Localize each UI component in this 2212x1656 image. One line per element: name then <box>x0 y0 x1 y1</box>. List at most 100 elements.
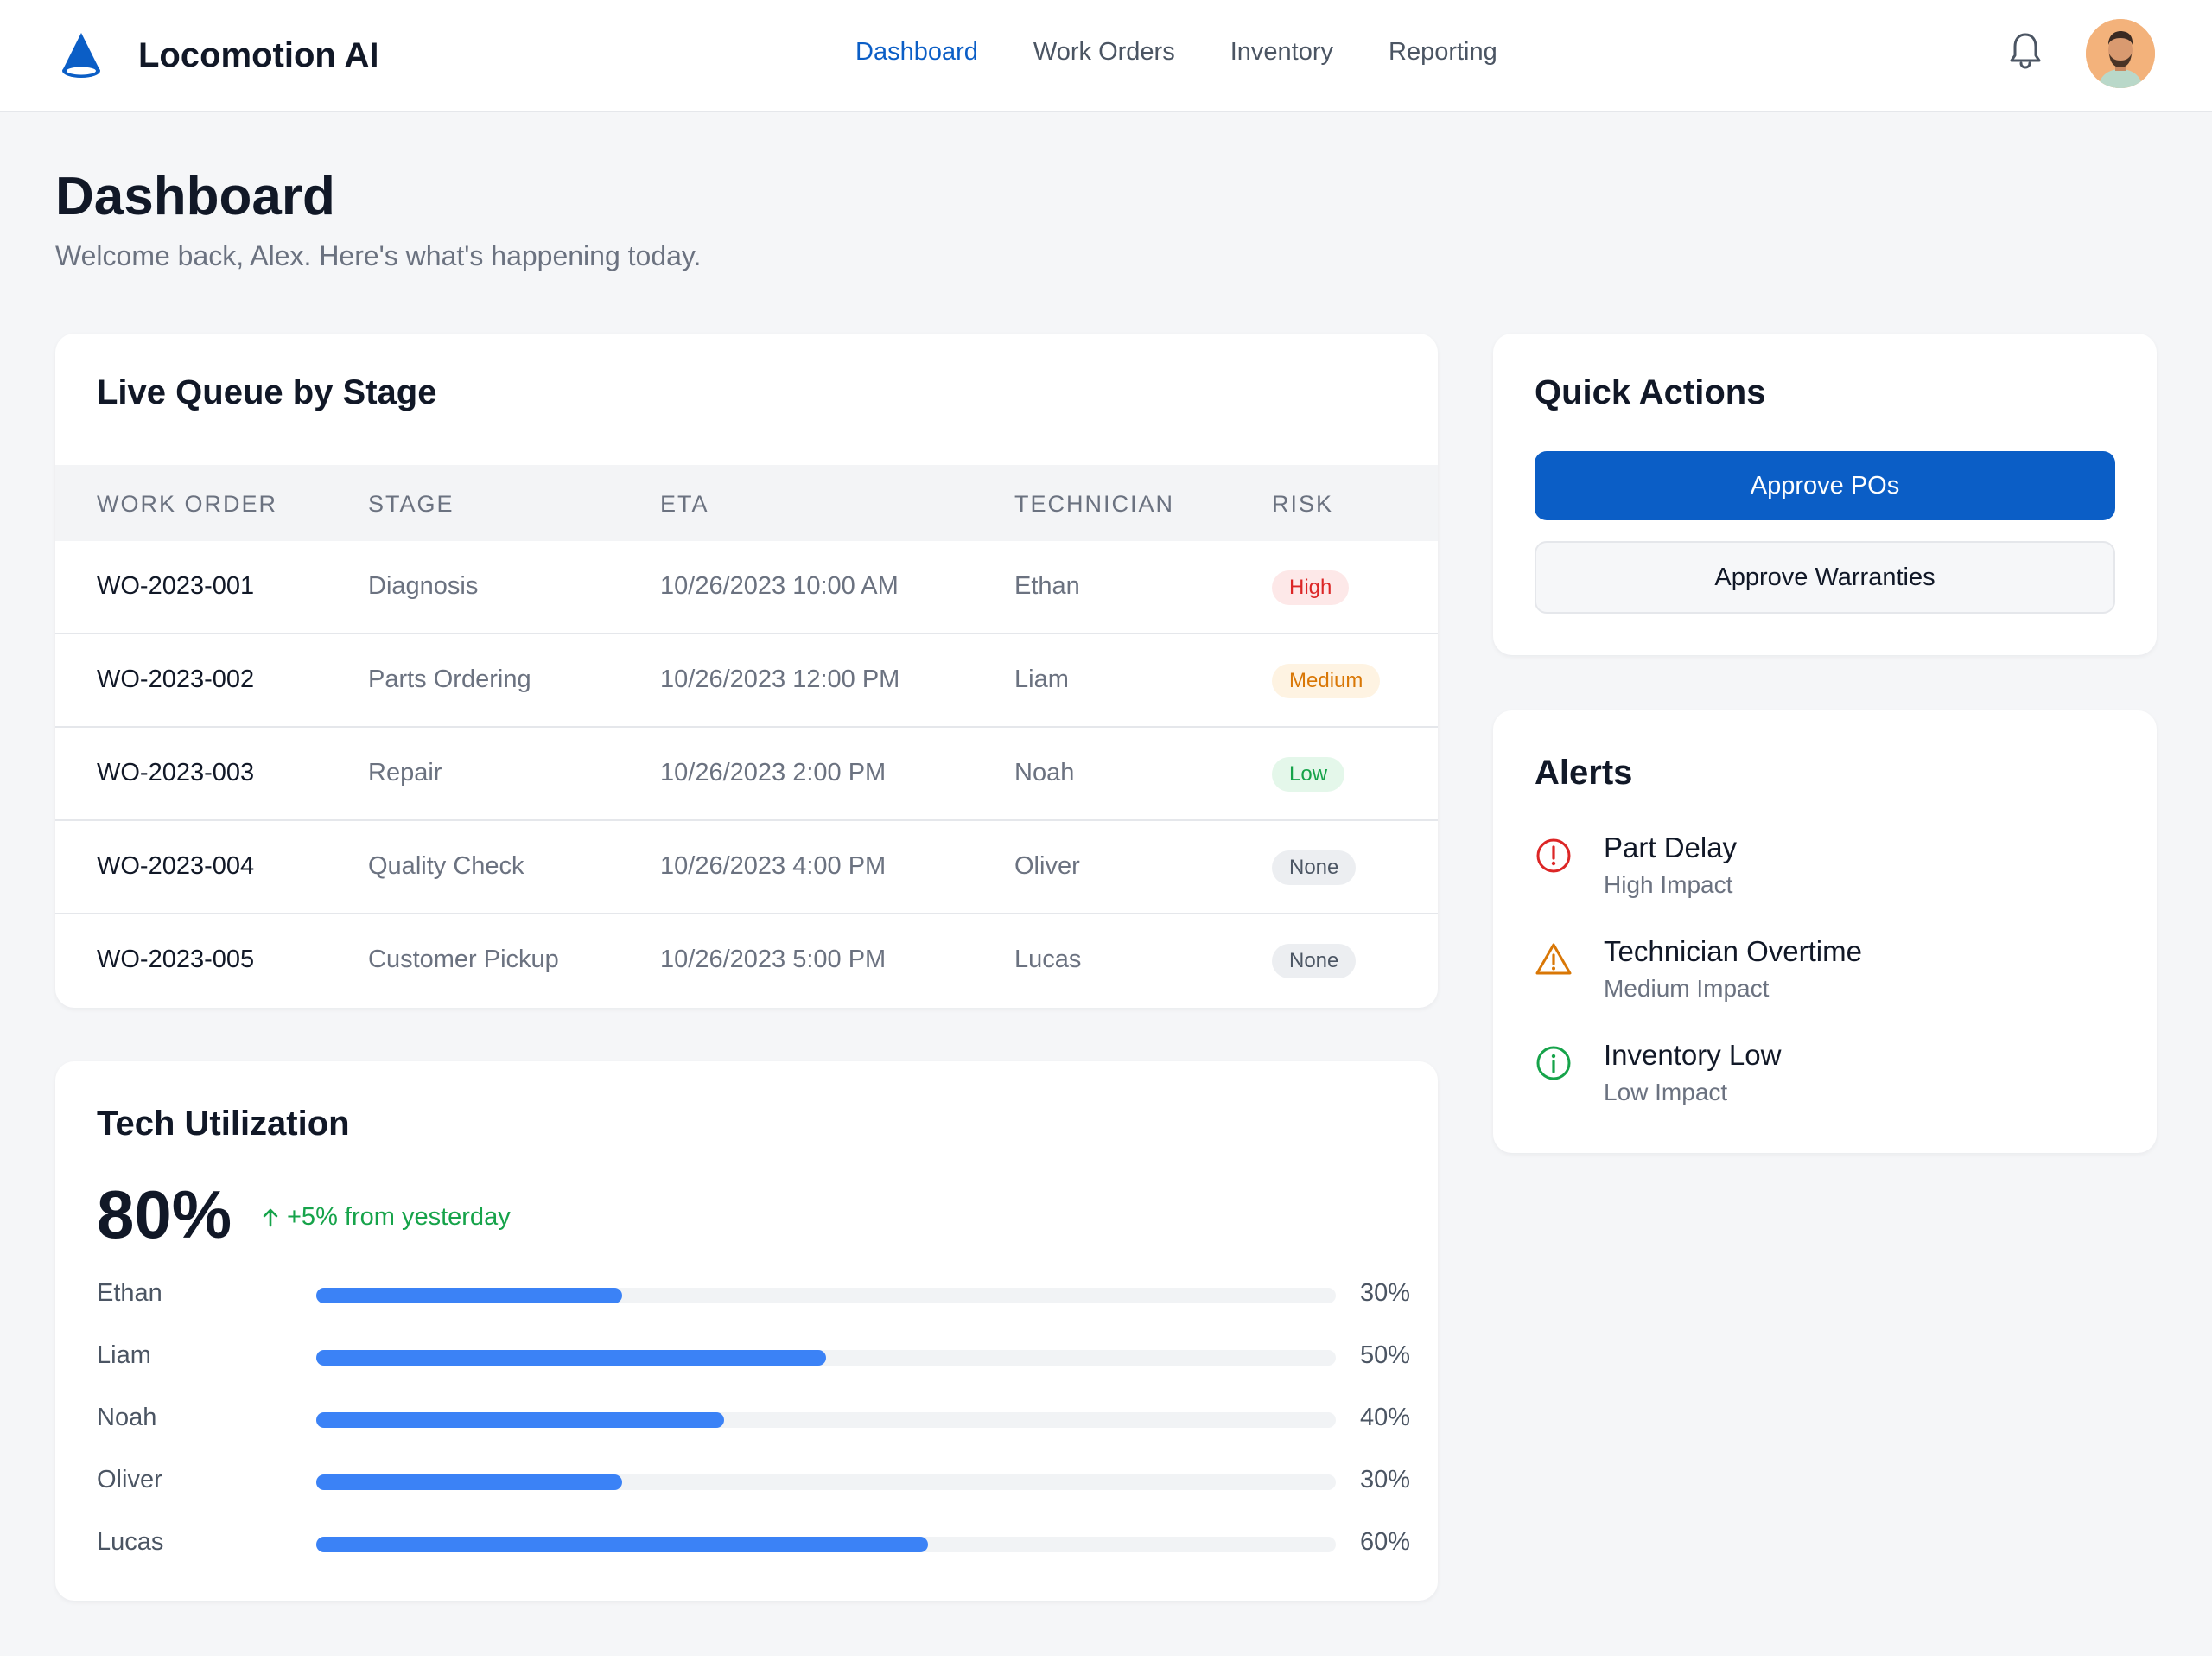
utilization-percent: 30% <box>1359 1279 1410 1307</box>
nav-dashboard[interactable]: Dashboard <box>855 38 978 67</box>
utilization-row: Ethan 30% <box>97 1279 1410 1314</box>
tech-name: Lucas <box>97 1528 164 1556</box>
utilization-row: Lucas 60% <box>97 1528 1410 1563</box>
work-order-id: WO-2023-002 <box>97 666 255 693</box>
approve-warranties-button[interactable]: Approve Warranties <box>1535 541 2115 614</box>
risk-badge: None <box>1272 850 1357 885</box>
alert-item[interactable]: Part Delay High Impact <box>1535 831 2122 918</box>
utilization-percent: 30% <box>1359 1466 1410 1494</box>
table-row[interactable]: WO-2023-003 Repair 10/26/2023 2:00 PM No… <box>55 728 1438 821</box>
stage: Repair <box>368 759 442 787</box>
column-header[interactable]: STAGE <box>368 491 454 518</box>
risk-badge: High <box>1272 570 1350 605</box>
brand-logo-icon <box>62 33 100 78</box>
technician: Noah <box>1014 759 1075 787</box>
bell-icon[interactable] <box>2005 29 2046 71</box>
column-header[interactable]: ETA <box>660 491 709 518</box>
alert-title: Inventory Low <box>1604 1039 1782 1071</box>
eta: 10/26/2023 4:00 PM <box>660 852 887 880</box>
info-circle-icon <box>1536 1046 1571 1080</box>
technician: Oliver <box>1014 852 1080 880</box>
alert-impact: Medium Impact <box>1604 975 1770 1002</box>
live-queue-card: Live Queue by Stage WORK ORDER STAGE ETA… <box>55 334 1438 1008</box>
column-header[interactable]: RISK <box>1272 491 1333 518</box>
card-title: Tech Utilization <box>97 1105 350 1143</box>
approve-pos-button[interactable]: Approve POs <box>1535 451 2115 520</box>
nav-inventory[interactable]: Inventory <box>1230 38 1333 67</box>
utilization-bar-fill <box>316 1474 622 1490</box>
work-order-id: WO-2023-004 <box>97 852 255 880</box>
column-header[interactable]: TECHNICIAN <box>1014 491 1174 518</box>
alert-impact: Low Impact <box>1604 1079 1728 1105</box>
card-title: Alerts <box>1535 754 1633 792</box>
alert-title: Technician Overtime <box>1604 935 1862 967</box>
utilization-value: 80% <box>97 1176 232 1252</box>
user-avatar-icon <box>2086 19 2155 88</box>
utilization-row: Liam 50% <box>97 1341 1410 1376</box>
work-order-id: WO-2023-001 <box>97 572 255 600</box>
utilization-bar-track <box>316 1288 1336 1303</box>
utilization-bar-fill <box>316 1412 724 1428</box>
page-subtitle: Welcome back, Alex. Here's what's happen… <box>55 240 702 271</box>
exclamation-circle-icon <box>1536 838 1571 873</box>
work-order-id: WO-2023-005 <box>97 946 255 973</box>
utilization-bar-track <box>316 1537 1336 1552</box>
utilization-row: Noah 40% <box>97 1404 1410 1438</box>
stage: Quality Check <box>368 852 524 880</box>
tech-name: Ethan <box>97 1279 162 1307</box>
page-title: Dashboard <box>55 167 335 226</box>
card-title: Quick Actions <box>1535 373 1766 411</box>
stage: Customer Pickup <box>368 946 559 973</box>
tech-name: Liam <box>97 1341 151 1369</box>
risk-badge: Low <box>1272 757 1345 792</box>
table-row[interactable]: WO-2023-001 Diagnosis 10/26/2023 10:00 A… <box>55 541 1438 634</box>
eta: 10/26/2023 5:00 PM <box>660 946 887 973</box>
eta: 10/26/2023 2:00 PM <box>660 759 887 787</box>
risk-badge: None <box>1272 944 1357 978</box>
app-name: Locomotion AI <box>138 35 379 74</box>
user-avatar[interactable] <box>2086 19 2155 88</box>
utilization-bar-track <box>316 1350 1336 1366</box>
risk-badge: Medium <box>1272 664 1381 698</box>
quick-actions-card: Quick Actions Approve POs Approve Warran… <box>1493 334 2157 655</box>
main-nav: Dashboard Work Orders Inventory Reportin… <box>855 38 1553 67</box>
utilization-percent: 40% <box>1359 1404 1410 1431</box>
tech-utilization-card: Tech Utilization 80% +5% from yesterday … <box>55 1061 1438 1601</box>
utilization-percent: 60% <box>1359 1528 1410 1556</box>
stage: Diagnosis <box>368 572 479 600</box>
alert-title: Part Delay <box>1604 831 1738 863</box>
stage: Parts Ordering <box>368 666 531 693</box>
technician: Liam <box>1014 666 1069 693</box>
tech-name: Oliver <box>97 1466 162 1494</box>
card-title: Live Queue by Stage <box>97 373 437 411</box>
top-navbar: Locomotion AI Dashboard Work Orders Inve… <box>0 0 2212 112</box>
alert-impact: High Impact <box>1604 871 1733 898</box>
utilization-bar-fill <box>316 1537 928 1552</box>
table-row[interactable]: WO-2023-005 Customer Pickup 10/26/2023 5… <box>55 914 1438 1008</box>
technician: Ethan <box>1014 572 1080 600</box>
work-order-id: WO-2023-003 <box>97 759 255 787</box>
column-header[interactable]: WORK ORDER <box>97 491 277 518</box>
table-row[interactable]: WO-2023-002 Parts Ordering 10/26/2023 12… <box>55 634 1438 728</box>
table-row[interactable]: WO-2023-004 Quality Check 10/26/2023 4:0… <box>55 821 1438 914</box>
technician: Lucas <box>1014 946 1082 973</box>
delta-text: +5% from yesterday <box>287 1203 511 1231</box>
eta: 10/26/2023 12:00 PM <box>660 666 900 693</box>
alerts-card: Alerts Part Delay High Impact Technician… <box>1493 710 2157 1153</box>
utilization-bar-track <box>316 1474 1336 1490</box>
brand[interactable]: Locomotion AI <box>55 29 378 81</box>
alert-item[interactable]: Inventory Low Low Impact <box>1535 1039 2122 1125</box>
nav-reporting[interactable]: Reporting <box>1389 38 1497 67</box>
nav-work-orders[interactable]: Work Orders <box>1033 38 1175 67</box>
eta: 10/26/2023 10:00 AM <box>660 572 899 600</box>
tech-name: Noah <box>97 1404 157 1431</box>
utilization-delta: +5% from yesterday <box>259 1203 511 1232</box>
utilization-bar-fill <box>316 1350 826 1366</box>
utilization-bar-fill <box>316 1288 622 1303</box>
utilization-bar-track <box>316 1412 1336 1428</box>
arrow-up-icon <box>263 1208 278 1226</box>
utilization-percent: 50% <box>1359 1341 1410 1369</box>
table-header: WORK ORDER STAGE ETA TECHNICIAN RISK <box>55 465 1438 541</box>
alert-item[interactable]: Technician Overtime Medium Impact <box>1535 935 2122 1022</box>
warning-triangle-icon <box>1535 943 1572 975</box>
